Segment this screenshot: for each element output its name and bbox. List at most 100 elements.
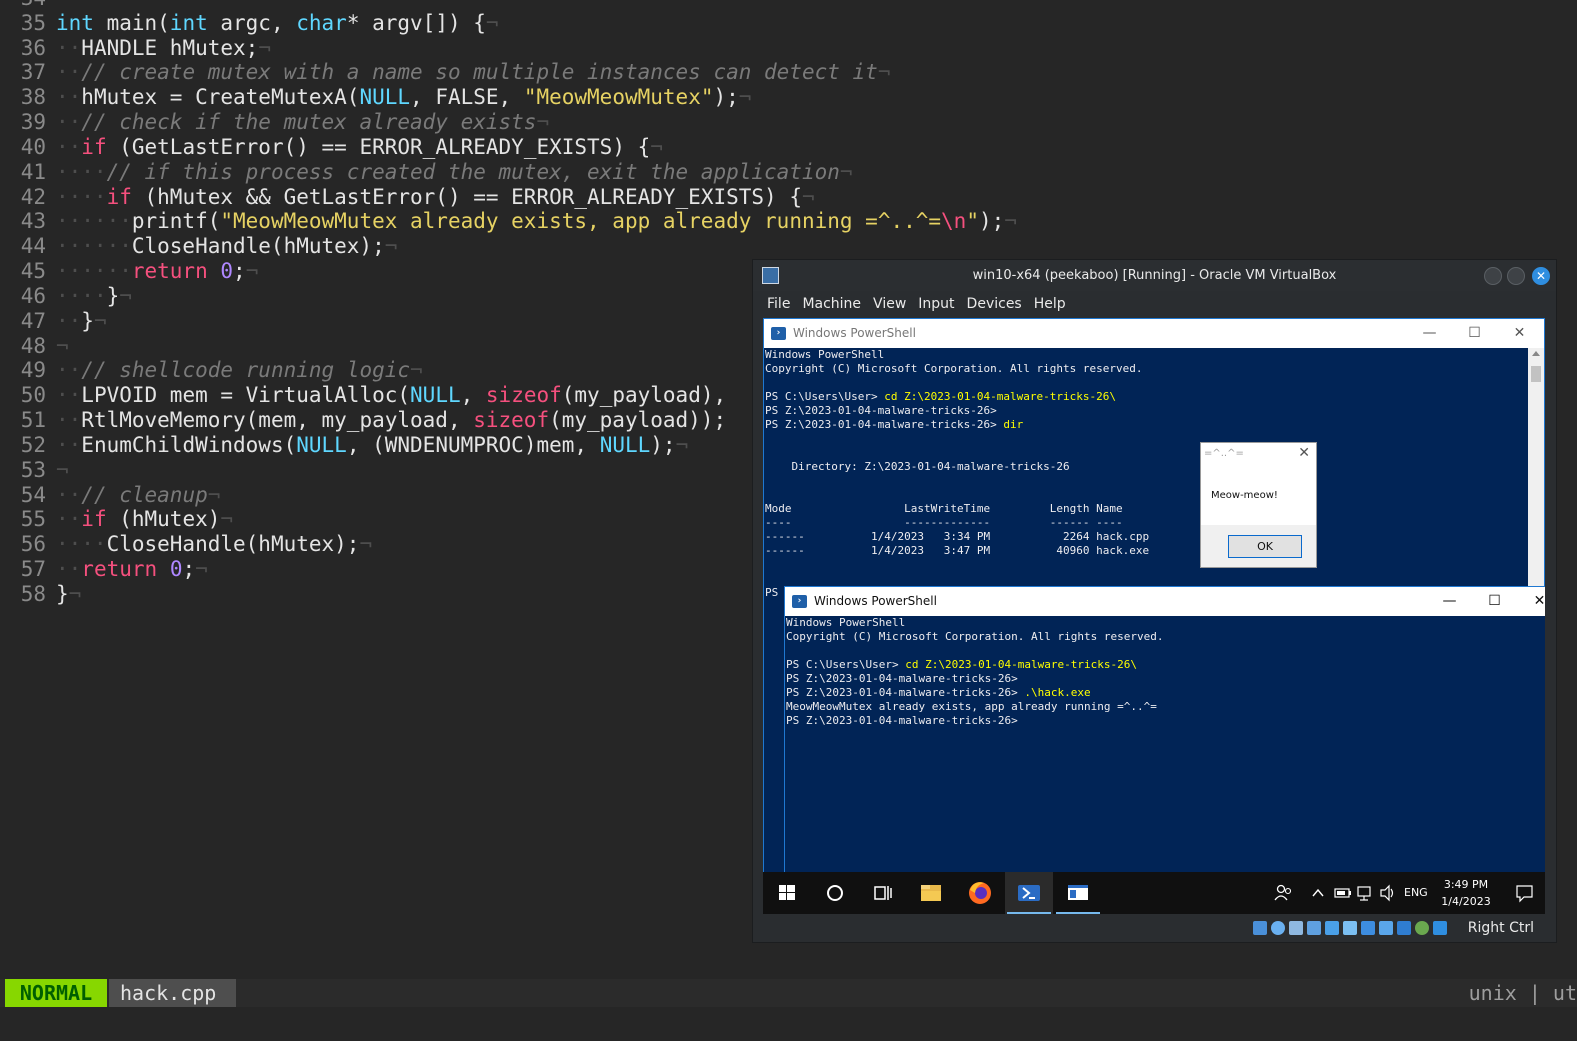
code-token: ¬ xyxy=(359,532,373,557)
vim-command-line[interactable] xyxy=(0,1007,1577,1041)
ps1-titlebar[interactable]: › Windows PowerShell — ☐ ✕ xyxy=(764,319,1544,348)
line-number: 42 xyxy=(20,184,46,209)
task-view-button[interactable] xyxy=(859,872,907,914)
ok-button[interactable]: OK xyxy=(1228,535,1302,558)
line-number: 43 xyxy=(20,209,46,234)
code-line: 37 ··// create mutex with a name so multi… xyxy=(0,60,1017,85)
scroll-up-icon[interactable] xyxy=(1532,351,1540,356)
ps1-minimize-button[interactable]: — xyxy=(1407,319,1452,348)
language-indicator[interactable]: ENG xyxy=(1404,872,1428,914)
powershell-taskbar-button[interactable] xyxy=(1005,872,1053,914)
menu-input[interactable]: Input xyxy=(912,291,960,318)
file-explorer-button[interactable] xyxy=(907,872,955,914)
code-token: } xyxy=(81,308,94,333)
line-number: 50 xyxy=(20,383,46,408)
menu-machine[interactable]: Machine xyxy=(796,291,867,318)
hard-disk-icon[interactable] xyxy=(1253,921,1267,935)
ps2-minimize-button[interactable]: — xyxy=(1427,587,1472,616)
maximize-button[interactable] xyxy=(1507,267,1525,285)
ps2-console[interactable]: Windows PowerShell Copyright (C) Microsof… xyxy=(785,616,1545,885)
line-number: 39 xyxy=(20,110,46,135)
ps1-title: Windows PowerShell xyxy=(793,326,916,340)
code-token: ·· xyxy=(56,35,82,60)
message-box[interactable]: =^..^= ✕ Meow-meow! OK xyxy=(1200,442,1317,568)
taskbar-clock[interactable]: 3:49 PM 1/4/2023 xyxy=(1435,876,1497,910)
ps2-close-button[interactable]: ✕ xyxy=(1517,587,1545,616)
code-line: 35 int main(int argc, char* argv[]) {¬ xyxy=(0,11,1017,36)
menu-devices[interactable]: Devices xyxy=(961,291,1028,318)
close-button[interactable]: ✕ xyxy=(1532,267,1550,285)
console-line: ------ 1/4/2023 3:34 PM 2264 hack.cpp xyxy=(765,530,1150,543)
start-button[interactable] xyxy=(763,872,811,914)
code-text: ··RtlMoveMemory(mem, my_payload, sizeof(… xyxy=(56,408,726,432)
code-text: ¬ xyxy=(56,334,69,358)
hack-exe-taskbar-button[interactable] xyxy=(1054,872,1102,914)
action-center-icon[interactable] xyxy=(1515,872,1535,914)
code-text: ······CloseHandle(hMutex);¬ xyxy=(56,234,397,258)
display-icon[interactable] xyxy=(1361,921,1375,935)
line-number: 56 xyxy=(20,532,46,557)
virtualization-icon[interactable] xyxy=(1397,921,1411,935)
usb-icon[interactable] xyxy=(1325,921,1339,935)
host-key-indicator[interactable]: Right Ctrl xyxy=(1468,914,1534,942)
scroll-thumb[interactable] xyxy=(1531,366,1541,382)
code-token: CloseHandle(hMutex); xyxy=(131,234,385,259)
code-token: , xyxy=(460,383,486,408)
guest-display[interactable]: › Windows PowerShell — ☐ ✕ Windows Power… xyxy=(763,318,1545,914)
code-token: (GetLastError() == ERROR_ALREADY_EXISTS)… xyxy=(106,134,651,159)
code-text: ··hMutex = CreateMutexA(NULL, FALSE, "Me… xyxy=(56,85,751,109)
battery-icon[interactable] xyxy=(1334,872,1352,914)
code-token: "MeowMeowMutex already exists, app alrea… xyxy=(220,209,942,234)
audio-icon[interactable] xyxy=(1289,921,1303,935)
network-adapter-icon[interactable] xyxy=(1307,921,1321,935)
firefox-button[interactable] xyxy=(956,872,1004,914)
powershell-window-2[interactable]: › Windows PowerShell — ☐ ✕ Windows Power… xyxy=(784,586,1545,886)
search-button[interactable] xyxy=(811,872,859,914)
code-token: ¬ xyxy=(839,159,853,184)
ps2-maximize-button[interactable]: ☐ xyxy=(1472,587,1517,616)
code-token: ·· xyxy=(56,134,82,159)
optical-drive-icon[interactable] xyxy=(1271,921,1285,935)
console-prompt: PS C:\Users\User> xyxy=(786,658,906,671)
firefox-icon xyxy=(969,882,991,904)
line-number: 58 xyxy=(20,581,46,606)
msgbox-titlebar[interactable]: =^..^= ✕ xyxy=(1201,443,1316,467)
network-icon[interactable] xyxy=(1356,872,1374,914)
msgbox-close-icon[interactable]: ✕ xyxy=(1298,445,1310,461)
code-token: sizeof xyxy=(473,408,550,433)
ps1-maximize-button[interactable]: ☐ xyxy=(1452,319,1497,348)
code-token: ·· xyxy=(56,507,82,532)
menu-help[interactable]: Help xyxy=(1028,291,1072,318)
code-token: // check if the mutex already exists xyxy=(81,110,537,135)
ps1-close-button[interactable]: ✕ xyxy=(1497,319,1542,348)
console-command: .\hack.exe xyxy=(1024,686,1091,699)
code-token: ······ xyxy=(56,234,132,259)
tray-chevron-up-icon[interactable] xyxy=(1311,872,1325,914)
code-token: " xyxy=(966,209,979,234)
code-token: ·· xyxy=(56,60,82,85)
recording-icon[interactable] xyxy=(1379,921,1393,935)
volume-icon[interactable] xyxy=(1379,872,1397,914)
code-token: ·· xyxy=(56,358,82,383)
ps2-titlebar[interactable]: › Windows PowerShell — ☐ ✕ xyxy=(785,587,1545,616)
menu-view[interactable]: View xyxy=(867,291,912,318)
menu-file[interactable]: File xyxy=(761,291,796,318)
code-text: ··if (GetLastError() == ERROR_ALREADY_EX… xyxy=(56,135,663,159)
guest-additions-icon[interactable] xyxy=(1415,921,1429,935)
line-number: 38 xyxy=(20,85,46,110)
minimize-button[interactable] xyxy=(1484,267,1502,285)
code-text: ··// shellcode running logic¬ xyxy=(56,358,423,382)
vbox-titlebar[interactable]: win10-x64 (peekaboo) [Running] - Oracle … xyxy=(753,260,1556,291)
console-line: PS Z:\2023-01-04-malware-tricks-26> xyxy=(786,714,1018,727)
people-icon[interactable] xyxy=(1273,872,1293,914)
code-token: ¬ xyxy=(801,184,815,209)
shared-folders-icon[interactable] xyxy=(1343,921,1357,935)
virtualbox-window[interactable]: win10-x64 (peekaboo) [Running] - Oracle … xyxy=(752,259,1557,943)
code-line: 41 ····// if this process created the mut… xyxy=(0,160,1017,185)
mouse-integration-icon[interactable] xyxy=(1433,921,1447,935)
code-token: (hMutex) xyxy=(106,507,221,532)
console-line: PS Z:\2023-01-04-malware-tricks-26> xyxy=(765,404,997,417)
